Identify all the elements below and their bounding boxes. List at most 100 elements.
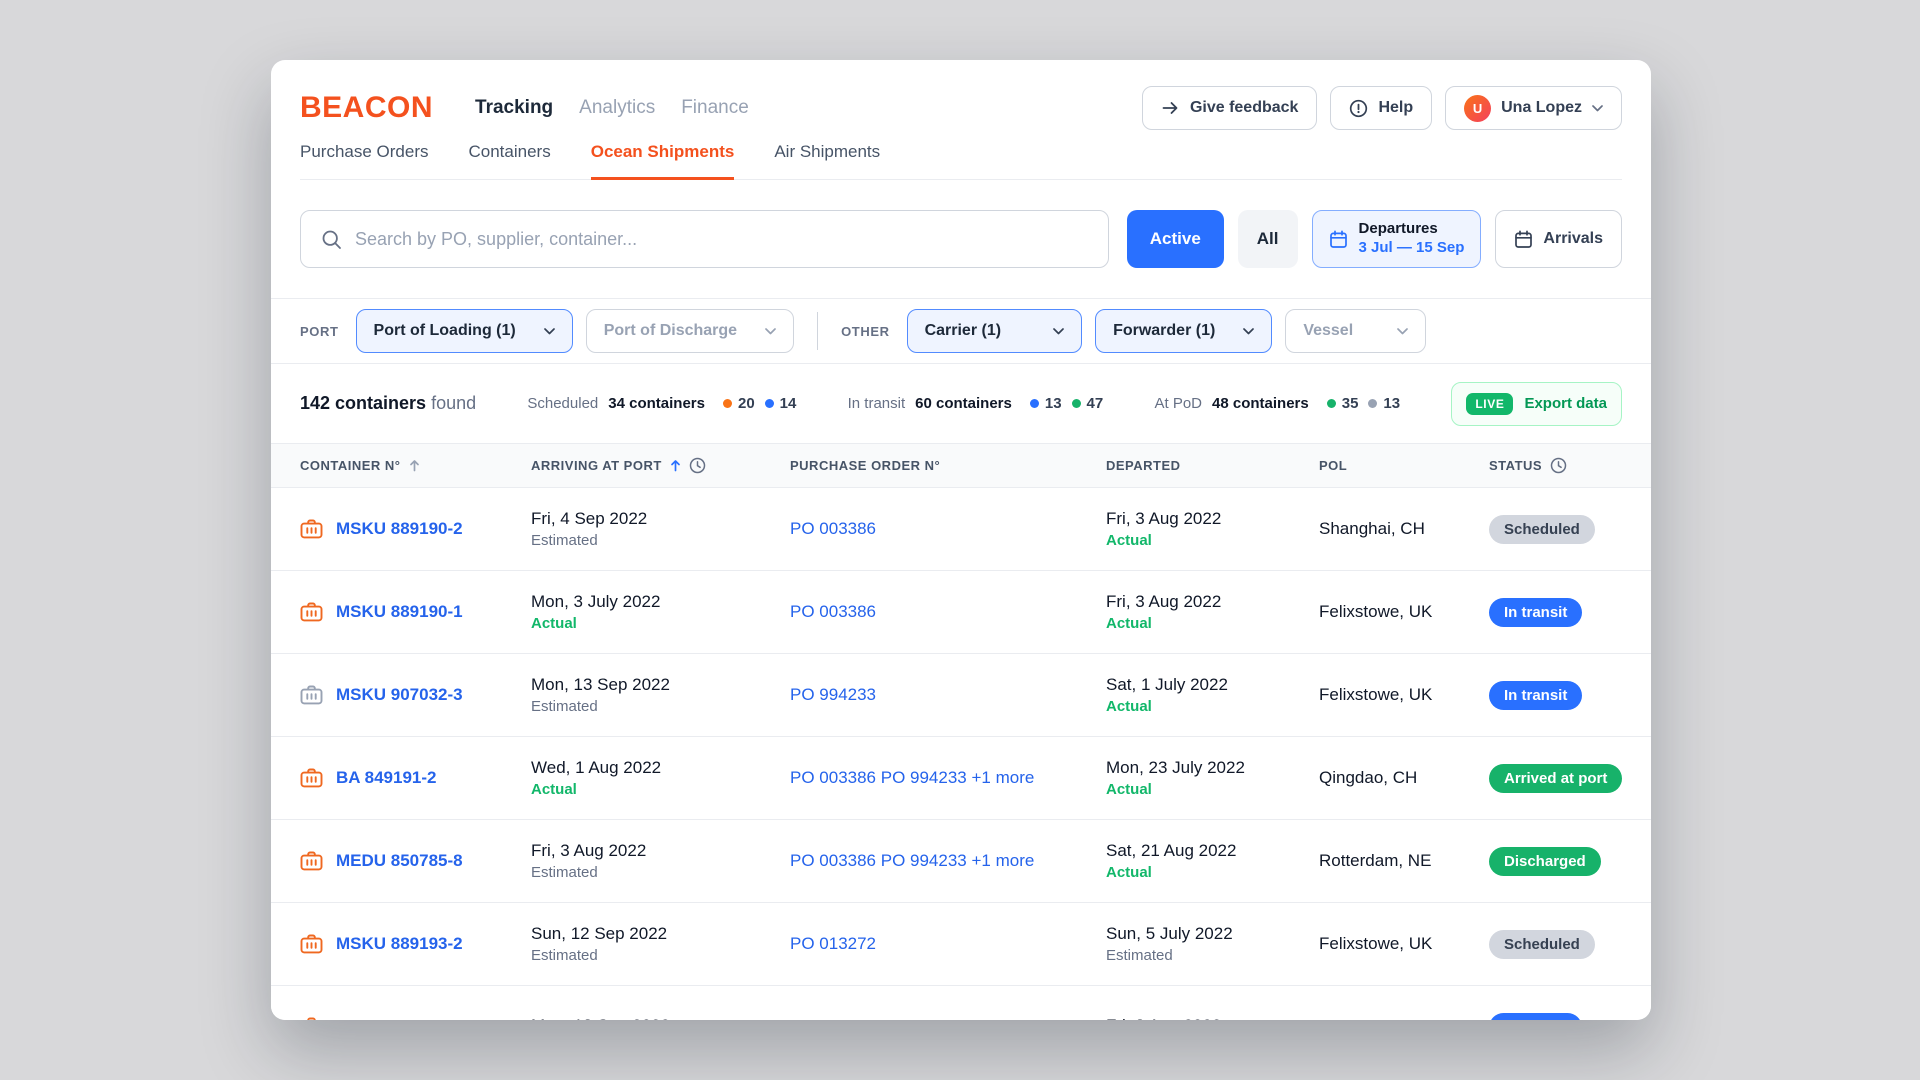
live-badge: LIVE <box>1466 393 1513 415</box>
status-badge: Scheduled <box>1489 515 1595 544</box>
pol-cell: Felixstowe, UK <box>1319 1017 1489 1020</box>
port-of-discharge-label: Port of Discharge <box>604 322 737 340</box>
export-data-button[interactable]: LIVE Export data <box>1451 382 1622 426</box>
help-label: Help <box>1378 99 1413 117</box>
summary-bar: 142 containers found Scheduled 34 contai… <box>271 364 1651 444</box>
dot-count: 13 <box>1383 395 1400 412</box>
arriving-kind: Estimated <box>531 532 790 549</box>
status-cell: Discharged <box>1489 847 1622 876</box>
container-link[interactable]: MEDU 850785-8 <box>336 851 463 871</box>
container-icon <box>300 934 323 954</box>
tab-air-shipments[interactable]: Air Shipments <box>774 142 880 180</box>
filter-divider <box>817 312 818 350</box>
arriving-cell: Mon, 3 July 2022 Actual <box>531 592 790 632</box>
table-row[interactable]: MSKU 889190-2 Fri, 4 Sep 2022 Estimated … <box>271 488 1651 571</box>
po-link[interactable]: PO 003386 <box>790 1017 876 1020</box>
top-nav-finance[interactable]: Finance <box>681 97 749 119</box>
status-cell: In transit <box>1489 681 1622 710</box>
po-link[interactable]: PO 003386 PO 994233 +1 more <box>790 768 1034 787</box>
arriving-kind: Actual <box>531 615 790 632</box>
sort-up-icon <box>409 459 420 472</box>
port-of-discharge-filter[interactable]: Port of Discharge <box>586 309 794 353</box>
filter-active-button[interactable]: Active <box>1127 210 1224 268</box>
vessel-filter[interactable]: Vessel <box>1285 309 1426 353</box>
user-menu-button[interactable]: U Una Lopez <box>1445 86 1622 130</box>
table-header: CONTAINER N° ARRIVING AT PORT PURCHASE O… <box>271 444 1651 488</box>
status-dot <box>723 399 732 408</box>
pol-cell: Felixstowe, UK <box>1319 934 1489 954</box>
status-dot <box>765 399 774 408</box>
top-nav-analytics[interactable]: Analytics <box>579 97 655 119</box>
app-card: BEACON Tracking Analytics Finance Give f… <box>271 60 1651 1020</box>
column-purchase-order[interactable]: PURCHASE ORDER N° <box>790 458 1106 473</box>
results-count: 142 containers found <box>300 393 476 414</box>
container-link[interactable]: MSKU 907032-3 <box>336 685 463 705</box>
po-cell: PO 994233 <box>790 685 1106 705</box>
po-link[interactable]: PO 994233 <box>790 685 876 704</box>
column-departed[interactable]: DEPARTED <box>1106 458 1319 473</box>
po-cell: PO 003386 PO 994233 +1 more <box>790 851 1106 871</box>
table-row[interactable]: MSKU 907032-3 Mon, 13 Sep 2022 Estimated… <box>271 654 1651 737</box>
container-link[interactable]: MSKU 889193-2 <box>336 934 463 954</box>
container-link[interactable]: MSKU 889190-1 <box>336 602 463 622</box>
departed-kind: Actual <box>1106 532 1319 549</box>
po-link[interactable]: PO 003386 PO 994233 +1 more <box>790 851 1034 870</box>
container-link[interactable]: MSKU 889190-2 <box>336 519 463 539</box>
departed-date: Mon, 23 July 2022 <box>1106 758 1319 778</box>
calendar-icon <box>1514 230 1533 249</box>
chevron-down-icon <box>1592 105 1603 112</box>
table-row[interactable]: MSKU 889190-1 Mon, 3 July 2022 Actual PO… <box>271 571 1651 654</box>
column-status[interactable]: STATUS <box>1489 457 1622 474</box>
chevron-down-icon <box>544 328 555 335</box>
tab-containers[interactable]: Containers <box>469 142 551 180</box>
tab-ocean-shipments[interactable]: Ocean Shipments <box>591 142 735 180</box>
departed-kind: Actual <box>1106 781 1319 798</box>
dot-count: 20 <box>738 395 755 412</box>
container-link[interactable]: MSKU 889150-2 <box>336 1017 463 1020</box>
container-link[interactable]: BA 849191-2 <box>336 768 437 788</box>
status-dot <box>1327 399 1336 408</box>
arriving-date: Mon, 3 July 2022 <box>531 592 790 612</box>
column-label: PURCHASE ORDER N° <box>790 458 940 473</box>
port-of-loading-filter[interactable]: Port of Loading (1) <box>356 309 573 353</box>
calendar-icon <box>1329 230 1348 249</box>
status-badge: In transit <box>1489 1013 1582 1021</box>
filter-all-button[interactable]: All <box>1238 210 1298 268</box>
give-feedback-button[interactable]: Give feedback <box>1142 86 1318 130</box>
departed-cell: Fri, 3 Aug 2022 <box>1106 1016 1319 1021</box>
tab-purchase-orders[interactable]: Purchase Orders <box>300 142 429 180</box>
po-cell: PO 013272 <box>790 934 1106 954</box>
dot-count: 14 <box>780 395 797 412</box>
po-link[interactable]: PO 013272 <box>790 934 876 953</box>
table-row[interactable]: MEDU 850785-8 Fri, 3 Aug 2022 Estimated … <box>271 820 1651 903</box>
departed-date: Sun, 5 July 2022 <box>1106 924 1319 944</box>
column-pol[interactable]: POL <box>1319 458 1489 473</box>
stat-in-transit: In transit 60 containers 13 47 <box>848 395 1104 412</box>
arriving-kind: Estimated <box>531 947 790 964</box>
stat-value: 48 containers <box>1212 395 1309 412</box>
stat-value: 60 containers <box>915 395 1012 412</box>
forwarder-filter[interactable]: Forwarder (1) <box>1095 309 1272 353</box>
po-link[interactable]: PO 003386 <box>790 519 876 538</box>
departed-date: Fri, 3 Aug 2022 <box>1106 509 1319 529</box>
table-row[interactable]: MSKU 889193-2 Sun, 12 Sep 2022 Estimated… <box>271 903 1651 986</box>
search-input[interactable] <box>355 229 1088 250</box>
po-link[interactable]: PO 003386 <box>790 602 876 621</box>
departures-button[interactable]: Departures 3 Jul — 15 Sep <box>1312 210 1482 268</box>
status-badge: In transit <box>1489 598 1582 627</box>
help-button[interactable]: Help <box>1330 86 1432 130</box>
column-arriving-at-port[interactable]: ARRIVING AT PORT <box>531 457 790 474</box>
results-count-suffix: found <box>426 393 476 413</box>
table-row[interactable]: BA 849191-2 Wed, 1 Aug 2022 Actual PO 00… <box>271 737 1651 820</box>
carrier-filter[interactable]: Carrier (1) <box>907 309 1082 353</box>
column-container-number[interactable]: CONTAINER N° <box>300 458 531 473</box>
table-row[interactable]: MSKU 889150-2 Mon, 13 Sep 2022 PO 003386… <box>271 986 1651 1020</box>
column-label: STATUS <box>1489 458 1542 473</box>
arrivals-button[interactable]: Arrivals <box>1495 210 1622 268</box>
chevron-down-icon <box>1053 328 1064 335</box>
departures-date-range: 3 Jul — 15 Sep <box>1359 239 1465 258</box>
container-icon <box>300 602 323 622</box>
stat-value: 34 containers <box>608 395 705 412</box>
status-dot <box>1030 399 1039 408</box>
top-nav-tracking[interactable]: Tracking <box>475 97 553 119</box>
